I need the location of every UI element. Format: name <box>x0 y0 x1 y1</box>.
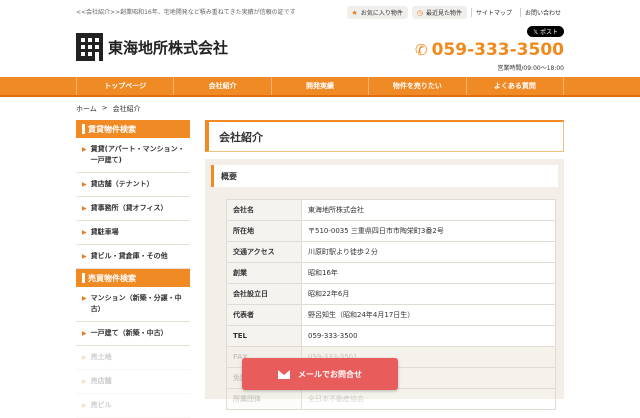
table-row: 会社設立日 昭和22年6月 <box>226 283 556 305</box>
row-key: 代表者 <box>226 304 302 326</box>
star-icon: ★ <box>351 8 358 17</box>
sidebar-item-label: 貸ビル・貸倉庫・その他 <box>90 252 168 260</box>
chevron-right-icon: ▶ <box>82 205 87 212</box>
sidebar-item-label: マンション（新築・分譲・中古） <box>90 294 182 313</box>
sidebar-item-label: 貸事務所（貸オフィス） <box>90 204 168 212</box>
header-tagline: <<会社紹介>>創業昭和16年、宅地開発など積み重ねてきた実績が信頼の証です <box>76 9 296 16</box>
global-nav: トップページ 会社紹介 開発実績 物件を売りたい よくある質問 <box>0 77 640 97</box>
sidebar-item-label: 売ビル <box>90 401 112 409</box>
contact-link[interactable]: お問い合わせ <box>519 8 565 17</box>
section-heading: 概要 <box>211 165 558 187</box>
envelope-icon <box>278 369 290 379</box>
recent-label: 最近見た物件 <box>425 10 462 17</box>
rent-search-heading: 賃貸物件検索 <box>76 120 190 138</box>
row-key: 所在地 <box>226 220 302 242</box>
sidebar-item-sale-store[interactable]: ▶ 売店舗 <box>76 370 190 394</box>
sidebar-item-label: 売店舗 <box>90 377 112 385</box>
table-row: TEL 059-333-3500 <box>226 325 556 347</box>
sidebar: 賃貸物件検索 ▶ 賃貸(アパート・マンション・一戸建て) ▶ 貸店舗（テナント） ▶… <box>76 120 190 418</box>
sidebar-item-label: 貸駐車場 <box>90 228 119 236</box>
row-key: 会社名 <box>226 199 302 221</box>
phone-number[interactable]: ✆ 059-333-3500 <box>415 40 564 60</box>
row-value: 昭和16年 <box>301 262 556 284</box>
table-row: 会社名 東海地所株式会社 <box>226 199 556 221</box>
favorites-button[interactable]: ★ お気に入り物件 <box>346 6 408 19</box>
mail-button-label: メールでお問合せ <box>298 369 362 379</box>
breadcrumb: ホーム > 会社紹介 <box>76 104 141 114</box>
row-value: 全日本不動産協会 <box>301 388 556 410</box>
table-row: 創業 昭和16年 <box>226 262 556 284</box>
row-key: 交通アクセス <box>226 241 302 263</box>
chevron-right-icon: ▶ <box>82 354 87 361</box>
row-key: 会社設立日 <box>226 283 302 305</box>
table-row: 所在地 〒510-0035 三重県四日市市陶栄町3番2号 <box>226 220 556 242</box>
recent-button[interactable]: ◷ 最近見た物件 <box>411 6 467 19</box>
row-key: 所属団体 <box>226 388 302 410</box>
sale-search-heading: 売買物件検索 <box>76 269 190 287</box>
nav-sell[interactable]: 物件を売りたい <box>368 77 465 95</box>
chevron-right-icon: ▶ <box>82 378 87 385</box>
sidebar-item-label: 賃貸(アパート・マンション・一戸建て) <box>90 145 185 164</box>
chevron-right-icon: ▶ <box>82 146 87 153</box>
row-value: 川原町駅より徒歩２分 <box>301 241 556 263</box>
x-icon: 𝕏 <box>533 29 540 36</box>
nav-company[interactable]: 会社紹介 <box>173 77 270 95</box>
building-icon <box>76 33 103 61</box>
sidebar-item-rent-store[interactable]: ▶ 貸店舗（テナント） <box>76 173 190 197</box>
company-name: 東海地所株式会社 <box>108 38 229 57</box>
company-logo[interactable]: 東海地所株式会社 <box>76 33 228 61</box>
chevron-right-icon: ▶ <box>82 253 87 260</box>
sidebar-item-sale-mansion[interactable]: ▶ マンション（新築・分譲・中古） <box>76 287 190 322</box>
sidebar-item-label: 売土地 <box>90 353 112 361</box>
row-value: 059-333-3500 <box>301 325 556 347</box>
table-row: 代表者 野呂知生（昭和24年4月17日生） <box>226 304 556 326</box>
sidebar-item-sale-land[interactable]: ▶ 売土地 <box>76 346 190 370</box>
phone-icon: ✆ <box>415 41 428 59</box>
mail-contact-button[interactable]: メールでお問合せ <box>242 358 398 390</box>
row-value: 野呂知生（昭和24年4月17日生） <box>301 304 556 326</box>
sidebar-item-sale-house[interactable]: ▶ 一戸建て（新築・中古） <box>76 322 190 346</box>
breadcrumb-home[interactable]: ホーム <box>76 104 97 114</box>
sidebar-item-sale-building[interactable]: ▶ 売ビル <box>76 394 190 418</box>
row-key: 創業 <box>226 262 302 284</box>
chevron-right-icon: ▶ <box>82 181 87 188</box>
row-value: 昭和22年6月 <box>301 283 556 305</box>
chevron-right-icon: ▶ <box>82 402 87 409</box>
heading-bar-icon <box>82 273 85 283</box>
utility-links: ★ お気に入り物件 ◷ 最近見た物件 サイトマップ お問い合わせ <box>346 6 565 19</box>
row-value: 〒510-0035 三重県四日市市陶栄町3番2号 <box>301 220 556 242</box>
table-row: 所属団体 全日本不動産協会 <box>226 388 556 410</box>
sidebar-item-rent-parking[interactable]: ▶ 貸駐車場 <box>76 221 190 245</box>
favorites-label: お気に入り物件 <box>360 10 403 17</box>
sidebar-item-rent-other[interactable]: ▶ 貸ビル・貸倉庫・その他 <box>76 245 190 269</box>
sitemap-link[interactable]: サイトマップ <box>470 8 516 17</box>
rent-heading-label: 賃貸物件検索 <box>88 124 136 134</box>
nav-top[interactable]: トップページ <box>76 77 173 95</box>
nav-faq[interactable]: よくある質問 <box>465 77 565 95</box>
sidebar-item-rent-residential[interactable]: ▶ 賃貸(アパート・マンション・一戸建て) <box>76 138 190 173</box>
x-post-button[interactable]: 𝕏 ポスト <box>527 26 564 37</box>
clock-icon: ◷ <box>416 8 423 17</box>
table-row: 交通アクセス 川原町駅より徒歩２分 <box>226 241 556 263</box>
chevron-right-icon: ▶ <box>82 330 87 337</box>
heading-bar-icon <box>82 124 85 134</box>
row-value: 東海地所株式会社 <box>301 199 556 221</box>
page-title: 会社紹介 <box>205 120 564 152</box>
breadcrumb-separator: > <box>101 104 108 112</box>
sidebar-item-rent-office[interactable]: ▶ 貸事務所（貸オフィス） <box>76 197 190 221</box>
row-key: TEL <box>226 325 302 347</box>
sidebar-item-label: 一戸建て（新築・中古） <box>90 329 168 337</box>
chevron-right-icon: ▶ <box>82 229 87 236</box>
sale-heading-label: 売買物件検索 <box>88 273 136 283</box>
phone-text: 059-333-3500 <box>431 40 564 60</box>
post-label: ポスト <box>539 29 558 36</box>
breadcrumb-current: 会社紹介 <box>112 105 141 113</box>
nav-development[interactable]: 開発実績 <box>270 77 368 95</box>
sidebar-item-label: 貸店舗（テナント） <box>90 180 154 188</box>
business-hours: 営業時間/09:00～18:00 <box>497 65 564 72</box>
chevron-right-icon: ▶ <box>82 295 87 302</box>
